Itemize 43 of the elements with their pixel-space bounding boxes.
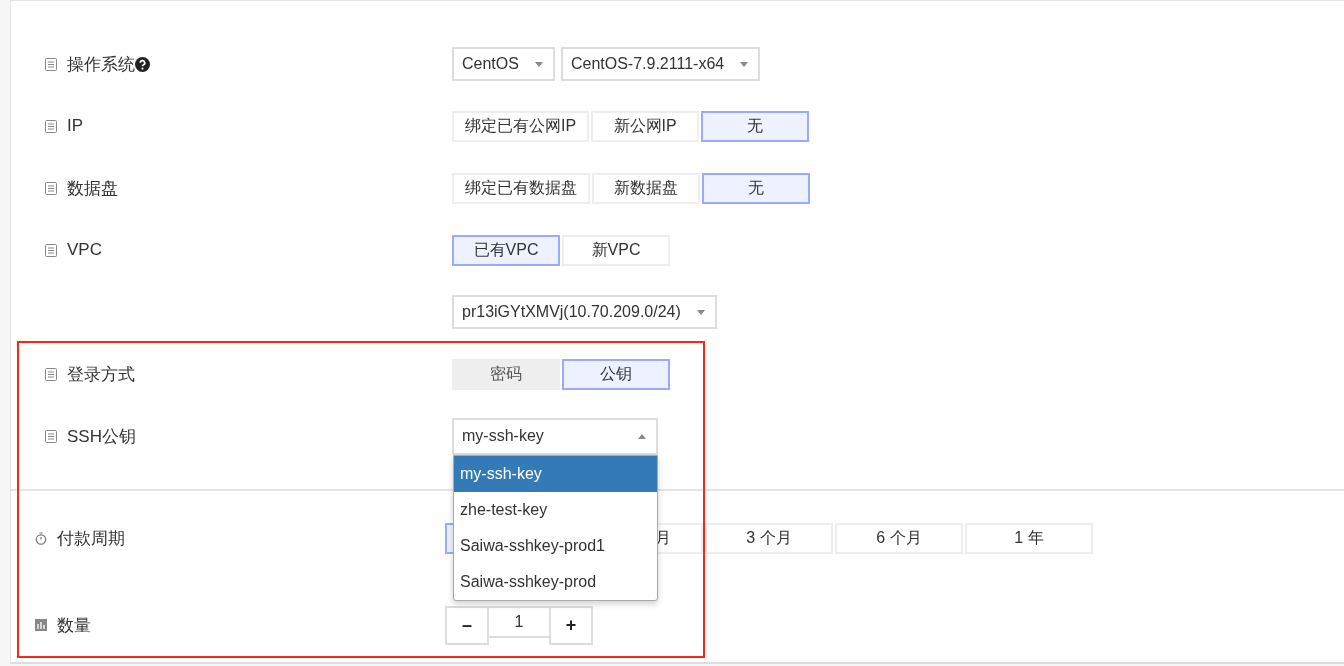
option-tab[interactable]: 新VPC: [562, 234, 670, 266]
caret-icon: [534, 61, 543, 67]
field-label: 数量: [57, 614, 91, 637]
option-tab[interactable]: 无: [701, 110, 810, 142]
dropdown-item[interactable]: Saiwa-sshkey-prod: [454, 563, 657, 600]
option-tab[interactable]: 绑定已有数据盘: [452, 172, 590, 204]
dropdown-item[interactable]: my-ssh-key: [454, 455, 657, 492]
field-label: 操作系统: [67, 52, 150, 76]
option-tab[interactable]: 绑定已有公网IP: [452, 110, 590, 142]
select-field[interactable]: CentOS-7.9.2111-x64: [560, 47, 761, 81]
option-tab[interactable]: 新公网IP: [591, 110, 700, 142]
field-label: VPC: [67, 240, 102, 260]
select-field[interactable]: CentOS: [452, 47, 555, 81]
field-label: 登录方式: [67, 363, 135, 386]
option-tab[interactable]: 密码: [452, 358, 560, 390]
option-tab[interactable]: 新数据盘: [592, 172, 700, 204]
option-tab[interactable]: 公钥: [562, 358, 670, 390]
list-icon: [45, 367, 57, 381]
caret-icon: [740, 61, 749, 67]
select-field[interactable]: pr13iGYtXMVj(10.70.209.0/24): [452, 295, 717, 329]
field-label: 付款周期: [57, 527, 125, 550]
list-icon: [45, 429, 57, 443]
select-field[interactable]: my-ssh-key: [452, 417, 658, 455]
increment-button[interactable]: +: [549, 605, 593, 645]
caret-icon: [696, 309, 705, 315]
list-icon: [45, 57, 57, 71]
list-icon: [45, 181, 57, 195]
list-icon: [45, 243, 57, 257]
list-icon: [45, 119, 57, 133]
stopwatch-icon: [35, 531, 47, 545]
decrement-button[interactable]: –: [445, 605, 489, 645]
help-icon[interactable]: [135, 56, 150, 72]
option-tab[interactable]: 无: [702, 172, 810, 204]
option-tab[interactable]: 1 年: [965, 522, 1093, 554]
option-tab[interactable]: 已有VPC: [452, 234, 560, 266]
field-label: 数据盘: [67, 177, 118, 200]
dropdown-item[interactable]: Saiwa-sshkey-prod1: [454, 527, 657, 564]
field-label: SSH公钥: [67, 425, 136, 448]
dropdown-item[interactable]: zhe-test-key: [454, 491, 657, 528]
option-tab[interactable]: 3 个月: [705, 522, 833, 554]
option-tab[interactable]: 6 个月: [835, 522, 963, 554]
field-label: IP: [67, 116, 84, 136]
bar-chart-icon: [35, 619, 47, 631]
